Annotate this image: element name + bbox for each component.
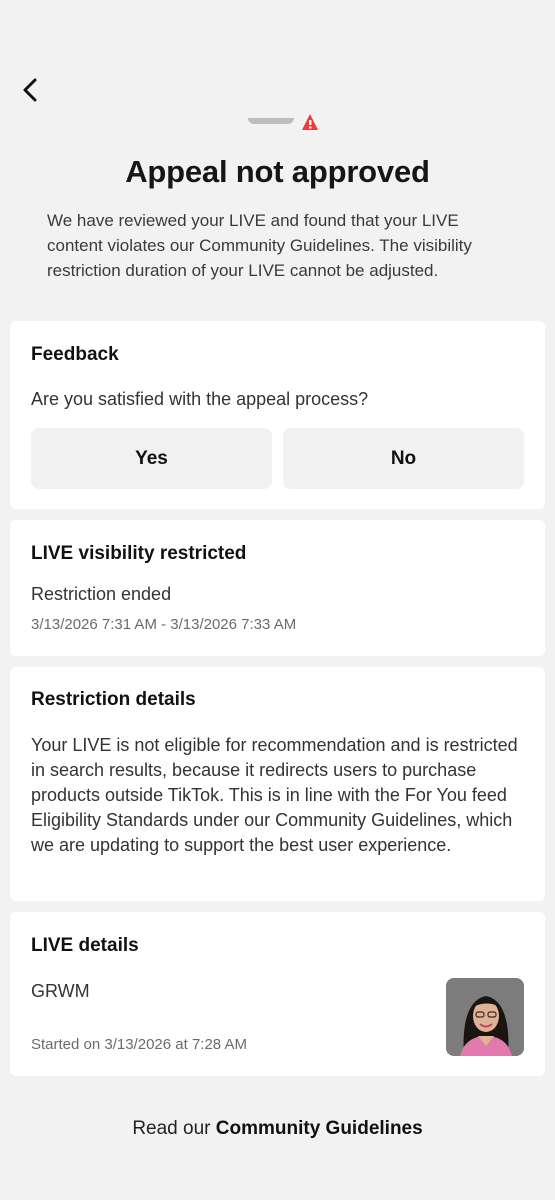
back-button[interactable] (14, 74, 46, 106)
warning-triangle-icon (248, 108, 318, 130)
feedback-title: Feedback (31, 344, 119, 365)
restriction-details-title: Restriction details (31, 689, 196, 710)
footer-prefix: Read our (132, 1118, 216, 1139)
restriction-details-body: Your LIVE is not eligible for recommenda… (31, 735, 518, 855)
page-title: Appeal not approved (125, 154, 430, 189)
feedback-card: Feedback Are you satisfied with the appe… (10, 321, 545, 509)
restriction-period: 3/13/2026 7:31 AM - 3/13/2026 7:33 AM (31, 616, 297, 633)
live-details-title: LIVE details (31, 935, 139, 956)
feedback-question: Are you satisfied with the appeal proces… (31, 389, 369, 409)
footer: Read our Community Guidelines (0, 1118, 555, 1140)
restriction-status: Restriction ended (31, 584, 172, 604)
appeal-result-page: Appeal not approved We have reviewed you… (0, 0, 555, 1200)
no-button[interactable]: No (283, 428, 524, 489)
visibility-title: LIVE visibility restricted (31, 543, 247, 564)
live-thumbnail[interactable] (446, 978, 524, 1056)
chevron-left-icon (23, 78, 37, 102)
status-description: We have reviewed your LIVE and found tha… (47, 211, 472, 280)
live-details-card: LIVE details GRWM Started on 3/13/2026 a… (10, 912, 545, 1076)
visibility-card: LIVE visibility restricted Restriction e… (10, 520, 545, 656)
avatar (446, 978, 524, 1056)
yes-button[interactable]: Yes (31, 428, 272, 489)
restriction-details-card: Restriction details Your LIVE is not eli… (10, 667, 545, 901)
live-name: GRWM (31, 981, 90, 1001)
community-guidelines-link[interactable]: Community Guidelines (216, 1118, 423, 1139)
live-start-time: Started on 3/13/2026 at 7:28 AM (31, 1036, 247, 1053)
